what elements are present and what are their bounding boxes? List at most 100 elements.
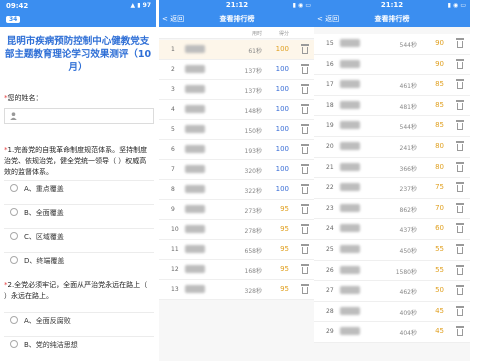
table-row: 22 237秒 75 [314, 178, 470, 199]
blurred-name [185, 145, 205, 153]
score-value: 80 [435, 142, 444, 150]
blurred-name [340, 121, 360, 130]
time-value: 862秒 [399, 206, 417, 214]
radio-icon [10, 340, 18, 348]
name-input[interactable] [4, 108, 154, 124]
trash-icon[interactable] [456, 141, 464, 151]
score-value: 100 [275, 125, 289, 133]
blurred-name [340, 80, 360, 89]
trash-icon[interactable] [456, 202, 464, 213]
trash-icon[interactable] [301, 144, 309, 154]
nav-bar: 34 [0, 14, 156, 27]
person-icon [10, 112, 17, 122]
trash-icon[interactable] [456, 38, 464, 48]
table-row: 18 481秒 85 [314, 95, 470, 117]
trash-icon[interactable] [456, 161, 464, 172]
radio-icon [10, 184, 18, 192]
time-value: 461秒 [399, 83, 417, 91]
trash-icon[interactable] [301, 264, 309, 274]
trash-icon[interactable] [456, 79, 464, 90]
table-row: 17 461秒 85 [314, 75, 470, 96]
status-time: 21:12 [380, 1, 404, 9]
time-value: 150秒 [244, 128, 262, 135]
trash-icon[interactable] [301, 104, 309, 114]
trash-icon[interactable] [456, 99, 464, 110]
rank-number: 23 [326, 204, 334, 212]
trash-icon[interactable] [456, 305, 464, 316]
trash-icon[interactable] [456, 182, 464, 193]
table-row: 15 544秒 90 [314, 34, 470, 55]
blurred-name [185, 185, 205, 193]
table-row: 12 168秒 95 [159, 260, 315, 280]
trash-icon[interactable] [456, 244, 464, 254]
time-value: 409秒 [399, 309, 417, 317]
trash-icon[interactable] [456, 223, 464, 234]
score-value: 95 [280, 205, 289, 213]
question-1: *1.完善党的自我革命制度规范体系。坚持制度治党、依规治党，健全党统一领导（ ）… [4, 146, 148, 176]
rank-number: 24 [326, 225, 334, 233]
rank-number: 11 [171, 246, 179, 253]
time-value: 320秒 [244, 168, 262, 175]
time-value: 237秒 [399, 186, 417, 194]
score-value: 70 [435, 203, 444, 212]
rank-number: 28 [326, 307, 334, 315]
header-score: 得分 [278, 31, 289, 37]
q2-option-b[interactable]: B、党的纯洁思想 [4, 336, 154, 352]
table-row: 7 320秒 100 [159, 160, 315, 180]
trash-icon[interactable] [301, 224, 309, 234]
score-value: 100 [275, 45, 289, 53]
rank-number: 15 [326, 40, 334, 47]
trash-icon[interactable] [456, 285, 464, 296]
table-header: 用时 得分 [159, 27, 315, 39]
time-value: 278秒 [244, 228, 262, 235]
rank-number: 12 [171, 266, 179, 273]
trash-icon[interactable] [301, 164, 309, 174]
blurred-name [185, 105, 205, 113]
trash-icon[interactable] [456, 120, 464, 131]
trash-icon[interactable] [301, 64, 309, 74]
blurred-name [185, 225, 205, 233]
blurred-name [340, 183, 360, 192]
score-value: 85 [435, 100, 444, 109]
table-row: 13 328秒 95 [159, 280, 315, 300]
blurred-name [340, 245, 360, 253]
q2-option-a[interactable]: A、全面反腐败 [4, 312, 154, 328]
trash-icon[interactable] [301, 84, 309, 94]
trash-icon[interactable] [456, 326, 464, 337]
table-row: 16 90 [314, 54, 470, 76]
table-row: 29 404秒 45 [314, 322, 470, 343]
score-value: 90 [435, 39, 444, 47]
trash-icon[interactable] [456, 264, 464, 275]
time-value: 148秒 [244, 108, 262, 115]
table-row: 26 1580秒 55 [314, 260, 470, 282]
status-bar: 09:42 ▲ ▮ 97 [0, 0, 156, 14]
score-value: 95 [280, 225, 289, 233]
table-row: 1 61秒 100 [159, 40, 315, 60]
score-value: 100 [275, 105, 289, 113]
rank-number: 19 [326, 122, 334, 130]
trash-icon[interactable] [301, 124, 309, 134]
score-value: 100 [275, 85, 289, 93]
q1-option-d[interactable]: D、终端覆盖 [4, 252, 154, 268]
trash-icon[interactable] [301, 204, 309, 214]
q1-option-c[interactable]: C、区域覆盖 [4, 228, 154, 244]
trash-icon[interactable] [301, 284, 309, 294]
trash-icon[interactable] [301, 184, 309, 194]
q1-option-b[interactable]: B、全面覆盖 [4, 204, 154, 220]
trash-icon[interactable] [456, 58, 464, 69]
rank-number: 17 [326, 81, 334, 89]
table-row: 2 137秒 100 [159, 60, 315, 80]
trash-icon[interactable] [301, 44, 309, 54]
rank-number: 25 [326, 246, 334, 253]
ranking-panel-bottom: 21:12 ▮ ◉ ▭ < 返回 查看排行榜 15 544秒 90 16 90 17 461… [314, 0, 470, 361]
score-value: 45 [435, 306, 444, 315]
score-value: 95 [280, 265, 289, 273]
blurred-name [340, 39, 360, 47]
rank-number: 22 [326, 184, 334, 192]
radio-icon [10, 316, 18, 324]
time-value: 462秒 [399, 289, 417, 297]
blurred-name [340, 100, 360, 109]
score-value: 100 [275, 145, 289, 153]
trash-icon[interactable] [301, 244, 309, 254]
q1-option-a[interactable]: A、重点覆盖 [4, 180, 154, 196]
